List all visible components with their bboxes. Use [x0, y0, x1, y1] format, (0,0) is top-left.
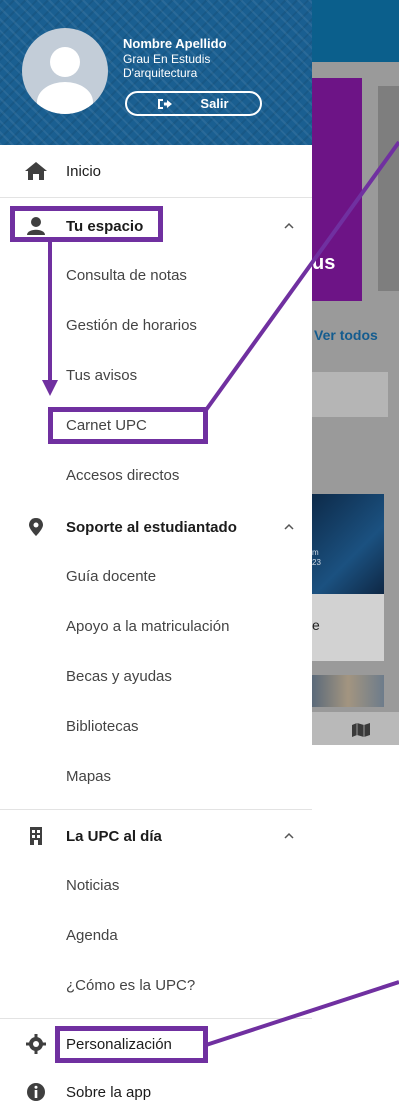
background-top-bar: [312, 0, 399, 62]
background-news-card-image: [312, 494, 384, 594]
menu-item-label: Accesos directos: [66, 466, 180, 484]
logout-button[interactable]: Salir: [125, 91, 262, 116]
menu-section-soporte[interactable]: Soporte al estudiantado: [0, 513, 312, 541]
drawer-header: Nombre Apellido Grau En Estudis D'arquit…: [0, 0, 312, 145]
menu-item-mapas[interactable]: Mapas: [0, 762, 312, 790]
menu-item-label: Mapas: [66, 767, 112, 785]
menu-item-tus-avisos[interactable]: Tus avisos: [0, 361, 312, 389]
menu-section-upc-al-dia-label: La UPC al día: [66, 827, 162, 845]
menu-item-label: Consulta de notas: [66, 266, 187, 284]
menu-item-agenda[interactable]: Agenda: [0, 921, 312, 949]
location-pin-icon: [24, 517, 48, 537]
annotation-box-tu-espacio: [10, 206, 163, 242]
menu-item-label: ¿Cómo es la UPC?: [66, 976, 196, 994]
divider: [0, 1018, 312, 1019]
menu-item-apoyo-matriculacion[interactable]: Apoyo a la matriculación: [0, 612, 312, 640]
chevron-up-icon[interactable]: [281, 218, 297, 234]
menu-item-label: Gestión de horarios: [66, 316, 197, 334]
menu-item-label: Apoyo a la matriculación: [66, 617, 230, 635]
divider: [0, 809, 312, 810]
user-degree-line2: D'arquitectura: [123, 66, 198, 80]
menu-item-accesos-directos[interactable]: Accesos directos: [0, 461, 312, 489]
background-see-all-link: Ver todos: [314, 327, 378, 343]
background-feature-tile-2: [378, 86, 399, 291]
chevron-up-icon[interactable]: [281, 519, 297, 535]
background-app-screen: us Ver todos m 23 e: [312, 0, 399, 745]
menu-item-label: Noticias: [66, 876, 120, 894]
annotation-box-personalizacion: [55, 1026, 208, 1063]
menu-item-inicio-label: Inicio: [66, 162, 102, 180]
background-news-card: [312, 594, 384, 661]
home-icon: [24, 161, 48, 181]
logout-label: Salir: [200, 96, 229, 111]
background-card-text-line1: m: [312, 548, 319, 557]
menu-item-sobre-app[interactable]: Sobre la app: [0, 1078, 312, 1106]
background-card2-text: e: [312, 617, 320, 633]
info-icon: [24, 1082, 48, 1102]
menu-item-noticias[interactable]: Noticias: [0, 871, 312, 899]
background-tile-text: us: [312, 252, 336, 274]
building-icon: [24, 826, 48, 846]
menu-item-label: Guía docente: [66, 567, 157, 585]
menu-item-consulta-notas[interactable]: Consulta de notas: [0, 261, 312, 289]
menu-item-guia-docente[interactable]: Guía docente: [0, 562, 312, 590]
menu-item-gestion-horarios[interactable]: Gestión de horarios: [0, 311, 312, 339]
annotation-box-carnet-upc: [48, 407, 208, 444]
gear-icon: [24, 1034, 48, 1054]
background-bar: [312, 372, 388, 417]
menu-item-sobre-app-label: Sobre la app: [66, 1083, 152, 1101]
divider: [0, 197, 312, 198]
menu-item-label: Agenda: [66, 926, 118, 944]
menu-section-soporte-label: Soporte al estudiantado: [66, 518, 237, 536]
logout-icon: [158, 98, 173, 109]
chevron-up-icon[interactable]: [281, 828, 297, 844]
user-avatar-icon: [22, 28, 108, 114]
menu-section-upc-al-dia[interactable]: La UPC al día: [0, 822, 312, 850]
background-card-text: m 23: [312, 548, 321, 568]
menu-item-bibliotecas[interactable]: Bibliotecas: [0, 712, 312, 740]
background-photo: [312, 675, 384, 707]
menu-item-becas-ayudas[interactable]: Becas y ayudas: [0, 662, 312, 690]
user-degree: Grau En Estudis D'arquitectura: [123, 52, 253, 80]
menu-item-como-es-upc[interactable]: ¿Cómo es la UPC?: [0, 971, 312, 999]
background-card-text-line2: 23: [312, 558, 321, 567]
menu-item-inicio[interactable]: Inicio: [0, 157, 312, 185]
map-icon: [352, 723, 370, 737]
user-name: Nombre Apellido: [123, 36, 227, 51]
menu-item-label: Becas y ayudas: [66, 667, 172, 685]
user-degree-line1: Grau En Estudis: [123, 52, 211, 66]
menu-item-label: Tus avisos: [66, 366, 138, 384]
navigation-drawer: Nombre Apellido Grau En Estudis D'arquit…: [0, 0, 312, 1106]
menu-item-label: Bibliotecas: [66, 717, 139, 735]
